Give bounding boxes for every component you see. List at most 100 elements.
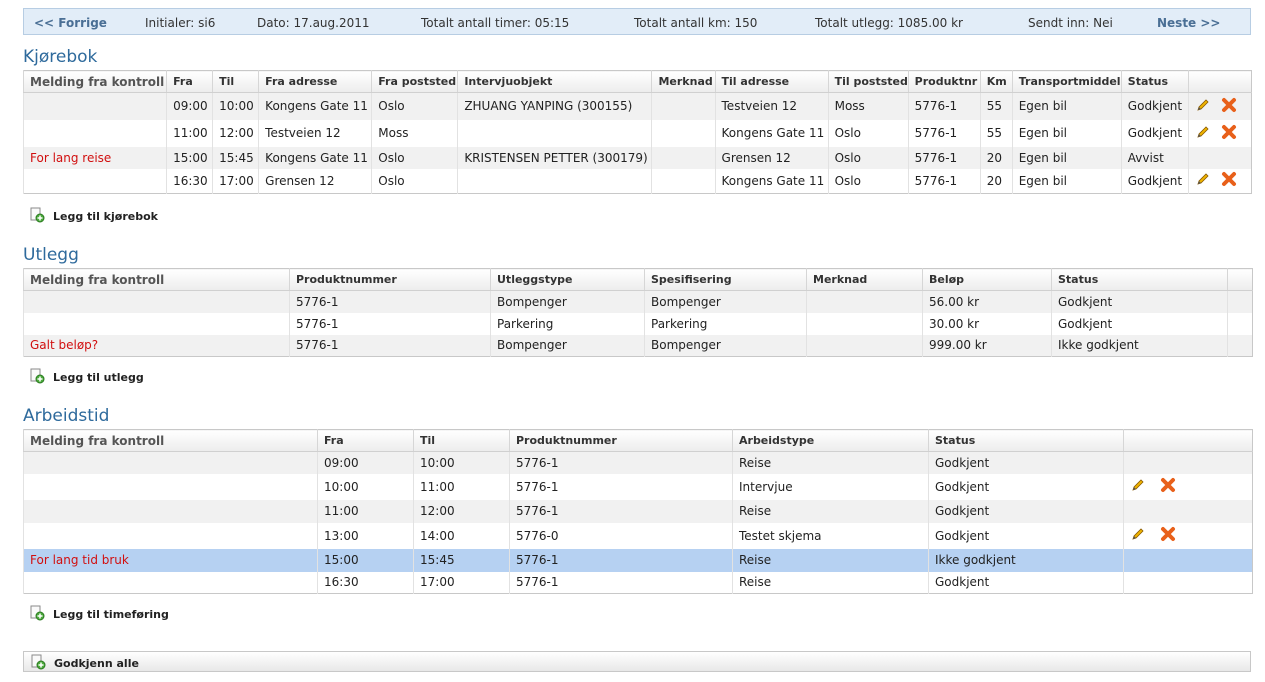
row-actions — [1227, 290, 1253, 313]
cell-product: 5776-1 — [289, 312, 491, 335]
cell-status: Godkjent — [1120, 119, 1189, 147]
column-header: Melding fra kontroll — [23, 268, 290, 291]
delete-x-icon[interactable] — [1160, 477, 1176, 496]
cell-from: 16:30 — [317, 571, 414, 594]
delete-x-icon[interactable] — [1221, 124, 1237, 143]
cell-product: 5776-1 — [509, 571, 733, 594]
cell-amount: 56.00 kr — [922, 290, 1052, 313]
cell-from-place: Oslo — [371, 168, 458, 194]
add-document-icon — [30, 605, 45, 624]
pencil-icon[interactable] — [1130, 526, 1146, 545]
table-row[interactable]: 13:00 14:00 5776-0 Testet skjema Godkjen… — [23, 522, 1253, 549]
utlegg-title: Utlegg — [23, 245, 79, 265]
column-header: Transportmiddel — [1011, 70, 1122, 93]
cell-from: 15:00 — [317, 548, 414, 572]
table-row[interactable]: 11:00 12:00 Testveien 12 Moss Kongens Ga… — [22, 119, 1252, 147]
table-row[interactable]: 5776-1 Parkering Parkering 30.00 kr Godk… — [23, 312, 1253, 335]
cell-note — [651, 168, 716, 194]
add-utlegg-button[interactable]: Legg til utlegg — [30, 368, 144, 387]
cell-from: 15:00 — [166, 146, 213, 169]
cell-from: 10:00 — [317, 473, 414, 500]
table-row[interactable]: 16:30 17:00 Grensen 12 Oslo Kongens Gate… — [22, 168, 1252, 194]
cell-status: Godkjent — [928, 499, 1124, 523]
column-header: Fra poststed — [371, 70, 458, 93]
cell-km: 20 — [979, 168, 1013, 194]
column-header: Status — [1051, 268, 1228, 291]
cell-product: 5776-1 — [907, 119, 981, 147]
table-row[interactable]: 5776-1 Bompenger Bompenger 56.00 kr Godk… — [23, 290, 1253, 313]
add-kjorebok-button[interactable]: Legg til kjørebok — [30, 207, 158, 226]
column-header: Til — [413, 429, 510, 452]
initials-text: Initialer: si6 — [145, 16, 216, 30]
cell-from-address: Kongens Gate 11 — [258, 92, 372, 120]
cell-status: Ikke godkjent — [1051, 334, 1228, 357]
pencil-icon[interactable] — [1195, 124, 1211, 143]
add-document-icon — [31, 654, 46, 673]
cell-product: 5776-1 — [509, 451, 733, 474]
cell-product: 5776-1 — [509, 473, 733, 500]
pencil-icon[interactable] — [1130, 477, 1146, 496]
total-km-text: Totalt antall km: 150 — [634, 16, 758, 30]
cell-from-address: Grensen 12 — [258, 168, 372, 194]
cell-status: Godkjent — [1120, 168, 1189, 194]
pencil-icon[interactable] — [1195, 97, 1211, 116]
cell-km: 55 — [979, 92, 1013, 120]
cell-product: 5776-1 — [907, 168, 981, 194]
row-actions — [1187, 146, 1252, 169]
cell-from: 11:00 — [166, 119, 213, 147]
cell-km: 55 — [979, 119, 1013, 147]
add-timeforing-button[interactable]: Legg til timeføring — [30, 605, 169, 624]
cell-to: 11:00 — [413, 473, 510, 500]
cell-work-type: Reise — [732, 451, 929, 474]
column-header: Arbeidstype — [732, 429, 929, 452]
actions-column-header — [1187, 70, 1252, 93]
cell-status: Godkjent — [928, 571, 1124, 594]
table-row[interactable]: 11:00 12:00 5776-1 Reise Godkjent — [23, 499, 1253, 523]
cell-note — [651, 119, 716, 147]
cell-from-address: Kongens Gate 11 — [258, 146, 372, 169]
column-header: Km — [979, 70, 1013, 93]
row-actions — [1123, 473, 1253, 500]
actions-column-header — [1227, 268, 1253, 291]
cell-status: Ikke godkjent — [928, 548, 1124, 572]
cell-product: 5776-1 — [289, 334, 491, 357]
control-message — [22, 92, 167, 120]
cell-expense-type: Bompenger — [490, 334, 645, 357]
control-message — [23, 290, 290, 313]
delete-x-icon[interactable] — [1221, 97, 1237, 116]
delete-x-icon[interactable] — [1221, 171, 1237, 190]
control-message: For lang tid bruk — [23, 548, 318, 572]
table-row[interactable]: 10:00 11:00 5776-1 Intervjue Godkjent — [23, 473, 1253, 500]
total-hours-text: Totalt antall timer: 05:15 — [421, 16, 570, 30]
cell-to-address: Kongens Gate 11 — [714, 119, 829, 147]
table-row[interactable]: For lang reise 15:00 15:45 Kongens Gate … — [22, 146, 1252, 169]
cell-status: Godkjent — [928, 522, 1124, 549]
column-header: Beløp — [922, 268, 1052, 291]
table-row[interactable]: 16:30 17:00 5776-1 Reise Godkjent — [23, 571, 1253, 594]
delete-x-icon[interactable] — [1160, 526, 1176, 545]
cell-transport: Egen bil — [1011, 168, 1122, 194]
table-row-selected[interactable]: For lang tid bruk 15:00 15:45 5776-1 Rei… — [23, 548, 1253, 572]
pencil-icon[interactable] — [1195, 171, 1211, 190]
cell-from-address: Testveien 12 — [258, 119, 372, 147]
row-actions — [1227, 312, 1253, 335]
next-day-link[interactable]: Neste >> — [1157, 16, 1221, 30]
cell-product: 5776-0 — [509, 522, 733, 549]
column-header: Til poststed — [827, 70, 909, 93]
table-row[interactable]: 09:00 10:00 Kongens Gate 11 Oslo ZHUANG … — [22, 92, 1252, 120]
previous-day-link[interactable]: << Forrige — [34, 16, 107, 30]
column-header: Produktnummer — [509, 429, 733, 452]
cell-interview-object — [457, 119, 652, 147]
table-row[interactable]: Galt beløp? 5776-1 Bompenger Bompenger 9… — [23, 334, 1253, 357]
submitted-status-text: Sendt inn: Nei — [1028, 16, 1113, 30]
cell-product: 5776-1 — [907, 92, 981, 120]
cell-note — [806, 290, 923, 313]
cell-status: Godkjent — [1051, 290, 1228, 313]
cell-expense-type: Parkering — [490, 312, 645, 335]
cell-from-place: Moss — [371, 119, 458, 147]
column-header: Melding fra kontroll — [23, 429, 318, 452]
cell-note — [806, 334, 923, 357]
utlegg-table: Melding fra kontroll Produktnummer Utleg… — [23, 268, 1253, 357]
table-row[interactable]: 09:00 10:00 5776-1 Reise Godkjent — [23, 451, 1253, 474]
approve-all-button[interactable]: Godkjenn alle — [31, 654, 139, 673]
